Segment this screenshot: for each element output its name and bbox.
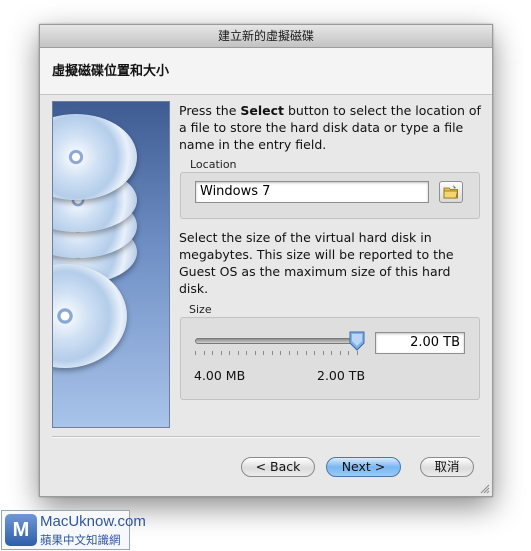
slider-tick <box>220 351 222 355</box>
size-slider-handle[interactable] <box>349 331 365 351</box>
slider-tick <box>195 351 196 355</box>
location-input[interactable]: Windows 7 <box>195 181 429 203</box>
slider-tick <box>280 351 282 355</box>
slider-tick <box>331 351 333 355</box>
slider-tick <box>271 351 273 355</box>
back-button[interactable]: < Back <box>241 457 315 477</box>
description-text: Press the <box>179 103 241 118</box>
size-input[interactable]: 2.00 TB <box>375 332 465 354</box>
browse-button[interactable] <box>439 181 463 203</box>
slider-min-label: 4.00 MB <box>194 368 246 383</box>
size-label: Size <box>189 303 212 316</box>
slider-tick <box>314 351 316 355</box>
disc-image <box>53 264 127 368</box>
location-label: Location <box>190 158 237 171</box>
disk-illustration <box>52 101 170 428</box>
size-description: Select the size of the virtual hard disk… <box>179 230 454 296</box>
location-groupbox: Windows 7 <box>180 172 480 219</box>
slider-max-label: 2.00 TB <box>317 368 366 383</box>
wizard-header: 虛擬磁碟位置和大小 <box>40 48 492 95</box>
location-description: Press the Select button to select the lo… <box>179 102 484 153</box>
size-slider-track[interactable] <box>195 338 360 344</box>
slider-tick <box>237 351 239 355</box>
size-groupbox: 2.00 TB 4.00 MB 2.00 TB <box>180 317 480 400</box>
slider-tick <box>322 351 324 355</box>
slider-tick <box>203 351 205 355</box>
slider-tick <box>339 351 341 355</box>
watermark-subtitle: 蘋果中文知識網 <box>40 533 121 547</box>
slider-tick <box>288 351 290 355</box>
description-bold-text: Select <box>240 103 284 118</box>
watermark-brand: MacUknow.com <box>40 513 146 530</box>
slider-tick <box>229 351 231 355</box>
window-title: 建立新的虛擬磁碟 <box>40 25 492 48</box>
dialog-window: 建立新的虛擬磁碟 虛擬磁碟位置和大小 Press the Select butt… <box>39 24 493 497</box>
slider-tick <box>348 351 350 355</box>
page-title: 虛擬磁碟位置和大小 <box>52 64 170 79</box>
next-button[interactable]: Next > <box>326 457 401 477</box>
slider-tick <box>254 351 256 355</box>
slider-tick <box>212 351 214 355</box>
slider-tick <box>263 351 265 355</box>
watermark-icon: M <box>5 514 37 546</box>
folder-icon <box>443 185 458 199</box>
slider-tick <box>357 351 358 355</box>
slider-tick <box>297 351 299 355</box>
button-separator <box>52 436 480 438</box>
slider-tick <box>246 351 248 355</box>
watermark-logo: M MacUknow.com 蘋果中文知識網 <box>1 510 146 550</box>
resize-grip-icon[interactable] <box>480 484 490 494</box>
slider-tick <box>305 351 307 355</box>
cancel-button[interactable]: 取消 <box>420 457 474 477</box>
